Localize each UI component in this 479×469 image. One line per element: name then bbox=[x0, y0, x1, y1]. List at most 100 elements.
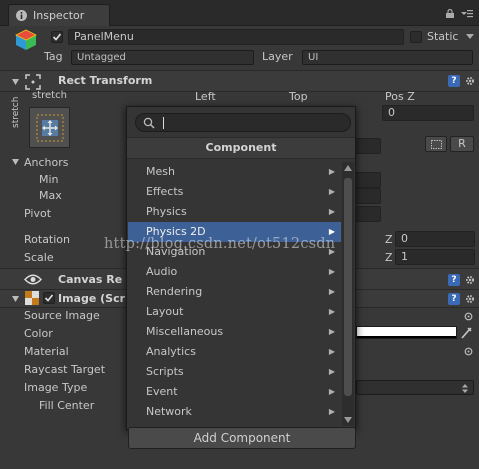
help-icon[interactable]: ? bbox=[448, 293, 460, 305]
col-top-label: Top bbox=[289, 90, 308, 103]
image-component-icon bbox=[25, 291, 39, 305]
gear-icon[interactable] bbox=[465, 76, 475, 86]
layer-value: UI bbox=[308, 52, 319, 63]
blueprint-icon bbox=[431, 140, 442, 149]
menu-icon[interactable] bbox=[461, 9, 473, 18]
anchor-preset-button[interactable] bbox=[29, 107, 70, 148]
col-posz-label: Pos Z bbox=[385, 90, 415, 103]
text-caret bbox=[163, 117, 164, 129]
min-label: Min bbox=[39, 173, 59, 186]
menu-item-layout[interactable]: Layout ▶ bbox=[128, 302, 341, 322]
chevron-right-icon: ▶ bbox=[328, 287, 335, 296]
menu-item-miscellaneous[interactable]: Miscellaneous ▶ bbox=[128, 322, 341, 342]
max-label: Max bbox=[39, 189, 62, 202]
scroll-down-icon[interactable] bbox=[344, 417, 352, 423]
popup-scrollbar[interactable] bbox=[342, 162, 354, 426]
tab-inspector[interactable]: Inspector bbox=[8, 4, 110, 26]
menu-item-scripts[interactable]: Scripts ▶ bbox=[128, 362, 341, 382]
blueprint-mode-button[interactable] bbox=[425, 136, 447, 152]
posz-field[interactable]: 0 bbox=[382, 105, 474, 121]
image-type-dropdown[interactable] bbox=[356, 380, 474, 395]
static-checkbox[interactable] bbox=[410, 31, 422, 43]
menu-item-effects[interactable]: Effects ▶ bbox=[128, 182, 341, 202]
fill-center-label: Fill Center bbox=[39, 399, 95, 412]
menu-item-analytics[interactable]: Analytics ▶ bbox=[128, 342, 341, 362]
gear-icon[interactable] bbox=[465, 275, 475, 285]
scale-z-field[interactable]: 1 bbox=[395, 249, 475, 265]
image-enabled-checkbox[interactable] bbox=[43, 292, 55, 304]
menu-item-label: Scripts bbox=[146, 365, 184, 378]
active-checkbox[interactable] bbox=[51, 31, 63, 43]
image-type-label: Image Type bbox=[24, 381, 88, 394]
inspector-tab-bar: Inspector bbox=[0, 0, 479, 26]
pivot-label: Pivot bbox=[24, 207, 52, 220]
tag-dropdown[interactable]: Untagged bbox=[71, 50, 254, 65]
eyedropper-icon[interactable] bbox=[461, 326, 473, 339]
anchor-preset-label: stretch bbox=[32, 90, 67, 101]
layer-dropdown[interactable]: UI bbox=[302, 50, 473, 65]
col-left-label: Left bbox=[195, 90, 216, 103]
scale-label: Scale bbox=[24, 251, 54, 264]
raw-edit-button[interactable]: R bbox=[450, 136, 474, 152]
foldout-arrow-icon[interactable] bbox=[12, 79, 19, 85]
add-component-popup: Component Mesh ▶ Effects ▶ Physics ▶ Physics 2… bbox=[126, 106, 356, 430]
rect-transform-header[interactable]: Rect Transform ? bbox=[0, 70, 479, 92]
menu-item-mesh[interactable]: Mesh ▶ bbox=[128, 162, 341, 182]
check-icon bbox=[52, 33, 62, 41]
color-label: Color bbox=[24, 327, 53, 340]
search-input[interactable] bbox=[135, 113, 351, 132]
menu-item-event[interactable]: Event ▶ bbox=[128, 382, 341, 402]
chevron-right-icon: ▶ bbox=[328, 387, 335, 396]
popup-title: Component bbox=[127, 137, 355, 159]
rotation-z-field[interactable]: 0 bbox=[395, 231, 475, 247]
menu-item-label: Event bbox=[146, 385, 178, 398]
scrollbar-thumb[interactable] bbox=[344, 178, 352, 396]
add-component-button[interactable]: Add Component bbox=[128, 427, 356, 449]
menu-item-rendering[interactable]: Rendering ▶ bbox=[128, 282, 341, 302]
menu-item-label: Miscellaneous bbox=[146, 325, 224, 338]
right-field[interactable] bbox=[355, 138, 381, 154]
foldout-arrow-icon[interactable] bbox=[12, 296, 19, 302]
menu-item-physics[interactable]: Physics ▶ bbox=[128, 202, 341, 222]
chevron-right-icon: ▶ bbox=[328, 407, 335, 416]
updown-icon bbox=[462, 384, 468, 393]
circle-select-icon[interactable] bbox=[464, 312, 473, 321]
object-name-field[interactable]: PanelMenu bbox=[68, 29, 404, 45]
canvas-renderer-title: Canvas Re bbox=[58, 273, 123, 286]
check-icon bbox=[44, 294, 54, 302]
static-label: Static bbox=[427, 30, 459, 43]
pivot-field[interactable] bbox=[355, 206, 381, 222]
circle-select-icon[interactable] bbox=[464, 347, 473, 356]
anchors-label: Anchors bbox=[24, 156, 69, 169]
menu-item-network[interactable]: Network ▶ bbox=[128, 402, 341, 422]
layer-label: Layer bbox=[262, 50, 293, 63]
search-icon bbox=[143, 117, 155, 129]
eye-icon bbox=[24, 274, 42, 285]
anchors-foldout-icon[interactable] bbox=[12, 159, 19, 165]
color-swatch[interactable] bbox=[356, 326, 457, 339]
menu-item-label: Effects bbox=[146, 185, 184, 198]
chevron-right-icon: ▶ bbox=[328, 307, 335, 316]
help-icon[interactable]: ? bbox=[448, 274, 460, 286]
chevron-right-icon: ▶ bbox=[328, 267, 335, 276]
anchor-max-field[interactable] bbox=[355, 188, 381, 204]
menu-item-label: Mesh bbox=[146, 165, 175, 178]
chevron-right-icon: ▶ bbox=[328, 327, 335, 336]
rotation-z-label: Z bbox=[385, 233, 393, 246]
menu-item-label: Layout bbox=[146, 305, 184, 318]
help-icon[interactable]: ? bbox=[448, 75, 460, 87]
lock-icon[interactable] bbox=[446, 9, 454, 18]
anchor-min-field[interactable] bbox=[355, 172, 381, 188]
chevron-right-icon: ▶ bbox=[328, 207, 335, 216]
chevron-down-icon[interactable] bbox=[466, 34, 474, 40]
menu-item-label: Physics bbox=[146, 205, 187, 218]
rect-transform-title: Rect Transform bbox=[58, 74, 153, 87]
raycast-target-label: Raycast Target bbox=[24, 363, 106, 376]
menu-item-audio[interactable]: Audio ▶ bbox=[128, 262, 341, 282]
stretch-side-label: stretch bbox=[11, 96, 21, 128]
chevron-right-icon: ▶ bbox=[328, 347, 335, 356]
scroll-up-icon[interactable] bbox=[344, 165, 352, 171]
menu-item-label: Rendering bbox=[146, 285, 203, 298]
gear-icon[interactable] bbox=[465, 294, 475, 304]
chevron-right-icon: ▶ bbox=[328, 367, 335, 376]
